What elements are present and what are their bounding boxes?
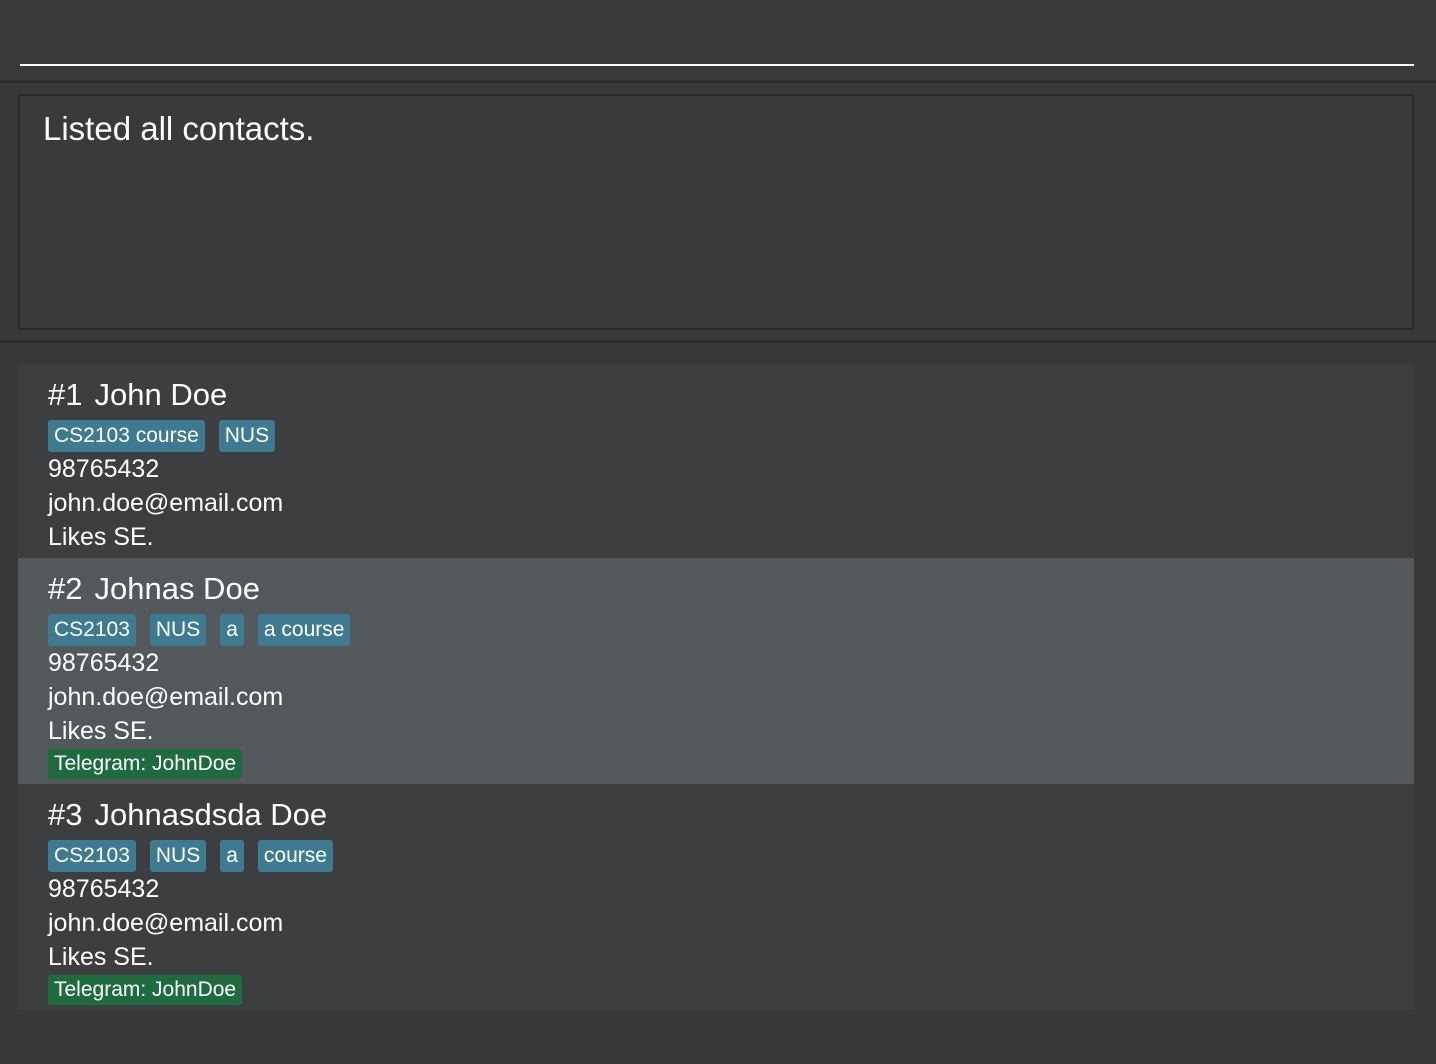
tag: NUS (149, 614, 207, 646)
tag-list: CS2103 NUS a course (48, 840, 1384, 872)
contact-name: Johnas Doe (94, 571, 260, 606)
tag-list: CS2103 NUS a a course (48, 614, 1384, 646)
contact-index: #1 (48, 377, 83, 412)
contact-remark: Likes SE. (48, 523, 154, 551)
contact-title: #2 Johnas Doe (48, 570, 1384, 608)
contact-title: #1 John Doe (48, 376, 1384, 414)
contact-card[interactable]: #3 Johnasdsda Doe CS2103 NUS a course 987… (18, 784, 1414, 1010)
middle-divider (0, 340, 1436, 343)
contact-list[interactable]: #1 John Doe CS2103 course NUS 98765432 jo… (18, 364, 1414, 1010)
top-divider (0, 80, 1436, 83)
contact-card[interactable]: #1 John Doe CS2103 course NUS 98765432 jo… (18, 364, 1414, 558)
contact-phone: 98765432 (48, 455, 160, 483)
tag: a (220, 614, 244, 646)
tag: a (220, 840, 244, 872)
contact-phone: 98765432 (48, 649, 160, 677)
contact-remark: Likes SE. (48, 943, 154, 971)
contact-email: john.doe@email.com (48, 909, 284, 937)
contact-title: #3 Johnasdsda Doe (48, 796, 1384, 834)
contact-card-selected[interactable]: #2 Johnas Doe CS2103 NUS a a course 98765… (18, 558, 1414, 784)
contact-name: Johnasdsda Doe (94, 797, 328, 832)
contact-phone: 98765432 (48, 875, 160, 903)
contact-remark: Likes SE. (48, 717, 154, 745)
contact-name: John Doe (94, 377, 228, 412)
tag: course (257, 840, 333, 872)
contact-email: john.doe@email.com (48, 489, 284, 517)
tag: NUS (149, 840, 207, 872)
tag: CS2103 (48, 840, 136, 872)
tag: a course (257, 614, 351, 646)
tag: CS2103 (48, 614, 136, 646)
contact-index: #3 (48, 797, 83, 832)
contact-index: #2 (48, 571, 83, 606)
tag-list: CS2103 course NUS (48, 420, 1384, 452)
command-input[interactable] (20, 18, 1414, 66)
result-text: Listed all contacts. (43, 110, 315, 147)
telegram-tag: Telegram: JohnDoe (48, 749, 243, 779)
contact-email: john.doe@email.com (48, 683, 284, 711)
tag: NUS (218, 420, 276, 452)
result-display: Listed all contacts. (18, 94, 1414, 330)
telegram-tag: Telegram: JohnDoe (48, 975, 243, 1005)
command-area (0, 0, 1436, 80)
tag: CS2103 course (48, 420, 205, 452)
